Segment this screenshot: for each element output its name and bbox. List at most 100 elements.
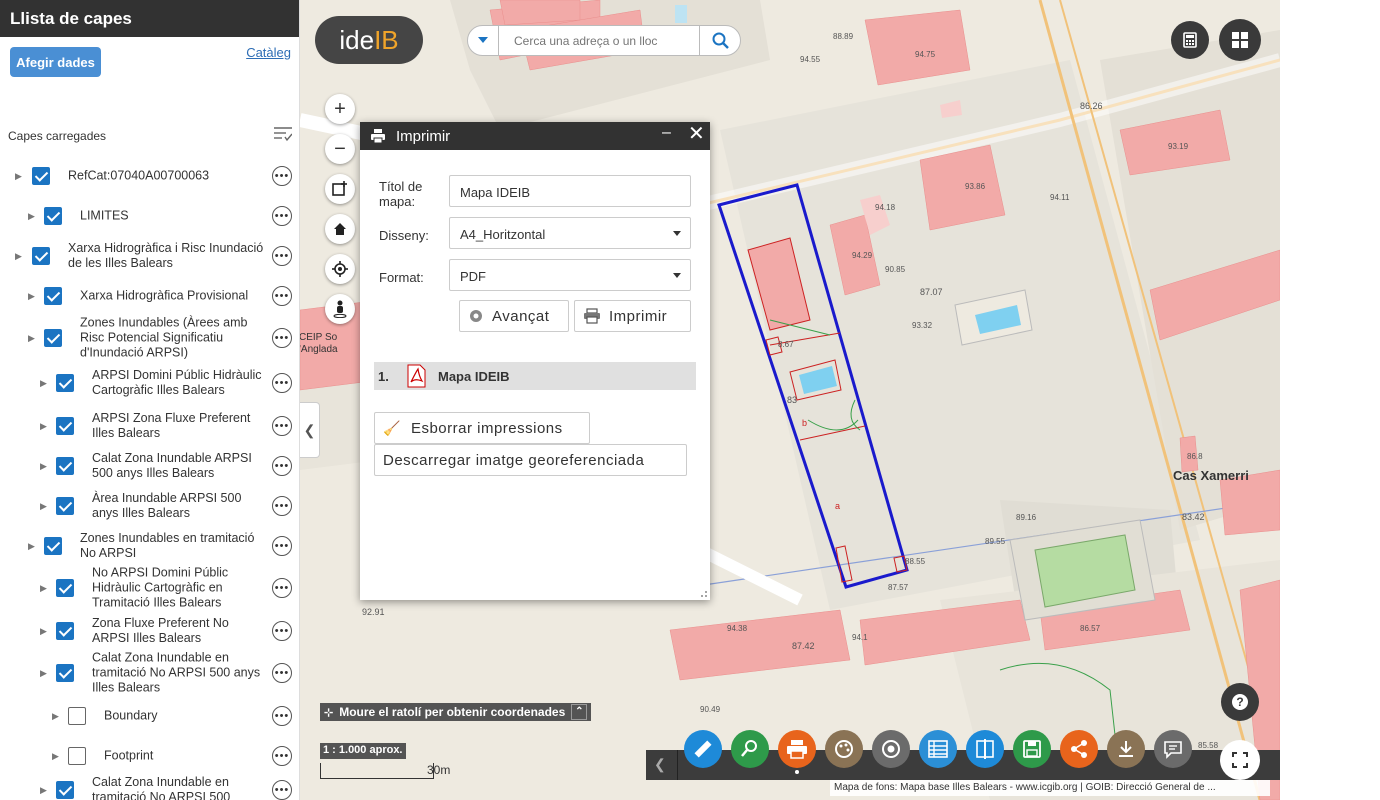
chevron-right-icon[interactable]: ▶: [15, 171, 22, 182]
layer-row[interactable]: ▶ Xarxa Hidrogràfica i Risc Inundació de …: [0, 236, 299, 276]
chevron-right-icon[interactable]: ▶: [28, 211, 35, 222]
search-input[interactable]: [498, 26, 700, 55]
layer-row[interactable]: ▶ ARPSI Domini Públic Hidràulic Cartogràf…: [0, 361, 299, 405]
more-options-icon[interactable]: •••: [272, 578, 292, 598]
more-options-icon[interactable]: •••: [272, 706, 292, 726]
chevron-right-icon[interactable]: ▶: [40, 626, 47, 637]
collapse-panel-button[interactable]: ❮: [300, 402, 320, 458]
more-options-icon[interactable]: •••: [272, 206, 292, 226]
print-result-item[interactable]: 1. Mapa IDEIB: [374, 362, 696, 390]
basemap-tool-button[interactable]: [825, 730, 863, 768]
layer-visibility-checkbox[interactable]: [56, 579, 74, 597]
layer-row[interactable]: ▶ ARPSI Zona Fluxe Preferent Illes Balear…: [0, 406, 299, 446]
layer-visibility-checkbox[interactable]: [56, 417, 74, 435]
layer-row[interactable]: ▶ Boundary •••: [0, 696, 299, 736]
layer-visibility-checkbox[interactable]: [44, 329, 62, 347]
more-options-icon[interactable]: •••: [272, 536, 292, 556]
share-tool-button[interactable]: [1060, 730, 1098, 768]
layer-row[interactable]: ▶ Zones Inundables en tramitació No ARPSI…: [0, 526, 299, 566]
layer-row[interactable]: ▶ Footprint •••: [0, 736, 299, 776]
translate-tool-button[interactable]: [1154, 730, 1192, 768]
layer-row[interactable]: ▶ Zona Fluxe Preferent No ARPSI Illes Bal…: [0, 611, 299, 651]
more-options-icon[interactable]: •••: [272, 746, 292, 766]
layer-row[interactable]: ▶ Zones Inundables (Àrees amb Risc Potenc…: [0, 316, 299, 360]
layout-select[interactable]: A4_Horitzontal: [449, 217, 691, 249]
more-options-icon[interactable]: •••: [272, 166, 292, 186]
layer-visibility-checkbox[interactable]: [68, 747, 86, 765]
layer-visibility-checkbox[interactable]: [44, 537, 62, 555]
chevron-right-icon[interactable]: ▶: [15, 251, 22, 262]
format-select[interactable]: PDF: [449, 259, 691, 291]
zoom-out-button[interactable]: −: [325, 134, 355, 164]
map-title-input[interactable]: Mapa IDEIB: [449, 175, 691, 207]
layer-visibility-checkbox[interactable]: [56, 374, 74, 392]
more-options-icon[interactable]: •••: [272, 496, 292, 516]
extent-button[interactable]: [325, 174, 355, 204]
chevron-right-icon[interactable]: ▶: [52, 751, 59, 762]
close-icon[interactable]: ✕: [688, 121, 705, 146]
layer-row[interactable]: ▶ Calat Zona Inundable en tramitació No A…: [0, 775, 299, 800]
search-icon[interactable]: [712, 32, 730, 50]
chevron-right-icon[interactable]: ▶: [40, 583, 47, 594]
chevron-right-icon[interactable]: ▶: [40, 668, 47, 679]
clear-prints-button[interactable]: 🧹 Esborrar impressions: [374, 412, 590, 444]
more-options-icon[interactable]: •••: [272, 286, 292, 306]
more-options-icon[interactable]: •••: [272, 780, 292, 800]
more-options-icon[interactable]: •••: [272, 621, 292, 641]
help-button[interactable]: ?: [1221, 683, 1259, 721]
overview-tool-button[interactable]: [872, 730, 910, 768]
calculator-widget-button[interactable]: [1171, 21, 1209, 59]
layer-row[interactable]: ▶ LIMITES •••: [0, 196, 299, 236]
layer-visibility-checkbox[interactable]: [68, 707, 86, 725]
add-data-button[interactable]: Afegir dades: [10, 47, 101, 77]
chevron-right-icon[interactable]: ▶: [28, 291, 35, 302]
layer-row[interactable]: ▶ Calat Zona Inundable en tramitació No A…: [0, 651, 299, 695]
more-options-icon[interactable]: •••: [272, 416, 292, 436]
search-source-dropdown-icon[interactable]: [478, 37, 488, 43]
fullscreen-button[interactable]: [1220, 740, 1260, 780]
layer-visibility-checkbox[interactable]: [56, 457, 74, 475]
layer-row[interactable]: ▶ Xarxa Hidrogràfica Provisional •••: [0, 276, 299, 316]
layer-visibility-checkbox[interactable]: [32, 247, 50, 265]
resize-handle-icon[interactable]: [698, 588, 708, 598]
more-options-icon[interactable]: •••: [272, 328, 292, 348]
layer-visibility-checkbox[interactable]: [56, 664, 74, 682]
layer-visibility-checkbox[interactable]: [44, 287, 62, 305]
chevron-right-icon[interactable]: ▶: [40, 378, 47, 389]
advanced-button[interactable]: Avançat: [459, 300, 569, 332]
zoom-in-button[interactable]: +: [325, 94, 355, 124]
download-georef-button[interactable]: Descarregar imatge georeferenciada: [374, 444, 687, 476]
chevron-up-icon[interactable]: ⌃: [571, 704, 588, 720]
swipe-tool-button[interactable]: [966, 730, 1004, 768]
layer-visibility-checkbox[interactable]: [56, 781, 74, 799]
print-button[interactable]: Imprimir: [574, 300, 691, 332]
layer-visibility-checkbox[interactable]: [44, 207, 62, 225]
more-options-icon[interactable]: •••: [272, 246, 292, 266]
chevron-right-icon[interactable]: ▶: [28, 333, 35, 344]
download-tool-button[interactable]: [1107, 730, 1145, 768]
chevron-right-icon[interactable]: ▶: [40, 421, 47, 432]
save-tool-button[interactable]: [1013, 730, 1051, 768]
app-grid-button[interactable]: [1219, 19, 1261, 61]
locate-button[interactable]: [325, 254, 355, 284]
layer-row[interactable]: ▶ RefCat:07040A00700063 •••: [0, 156, 299, 196]
chevron-right-icon[interactable]: ▶: [28, 541, 35, 552]
more-options-icon[interactable]: •••: [272, 456, 292, 476]
more-options-icon[interactable]: •••: [272, 373, 292, 393]
chevron-right-icon[interactable]: ▶: [40, 785, 47, 796]
home-button[interactable]: [325, 214, 355, 244]
measure-tool-button[interactable]: [684, 730, 722, 768]
table-tool-button[interactable]: [919, 730, 957, 768]
more-options-icon[interactable]: •••: [272, 663, 292, 683]
catalog-link[interactable]: Catàleg: [246, 45, 291, 60]
zoom-to-tool-button[interactable]: [731, 730, 769, 768]
layer-visibility-checkbox[interactable]: [56, 622, 74, 640]
street-view-button[interactable]: [325, 294, 355, 324]
minimize-icon[interactable]: –: [662, 124, 671, 142]
chevron-left-icon[interactable]: ❮: [654, 756, 666, 773]
print-tool-button[interactable]: [778, 730, 816, 768]
layer-row[interactable]: ▶ No ARPSI Domini Públic Hidràulic Cartog…: [0, 566, 299, 610]
layer-visibility-checkbox[interactable]: [56, 497, 74, 515]
crosshair-icon[interactable]: ⊹: [324, 706, 333, 719]
chevron-right-icon[interactable]: ▶: [40, 501, 47, 512]
